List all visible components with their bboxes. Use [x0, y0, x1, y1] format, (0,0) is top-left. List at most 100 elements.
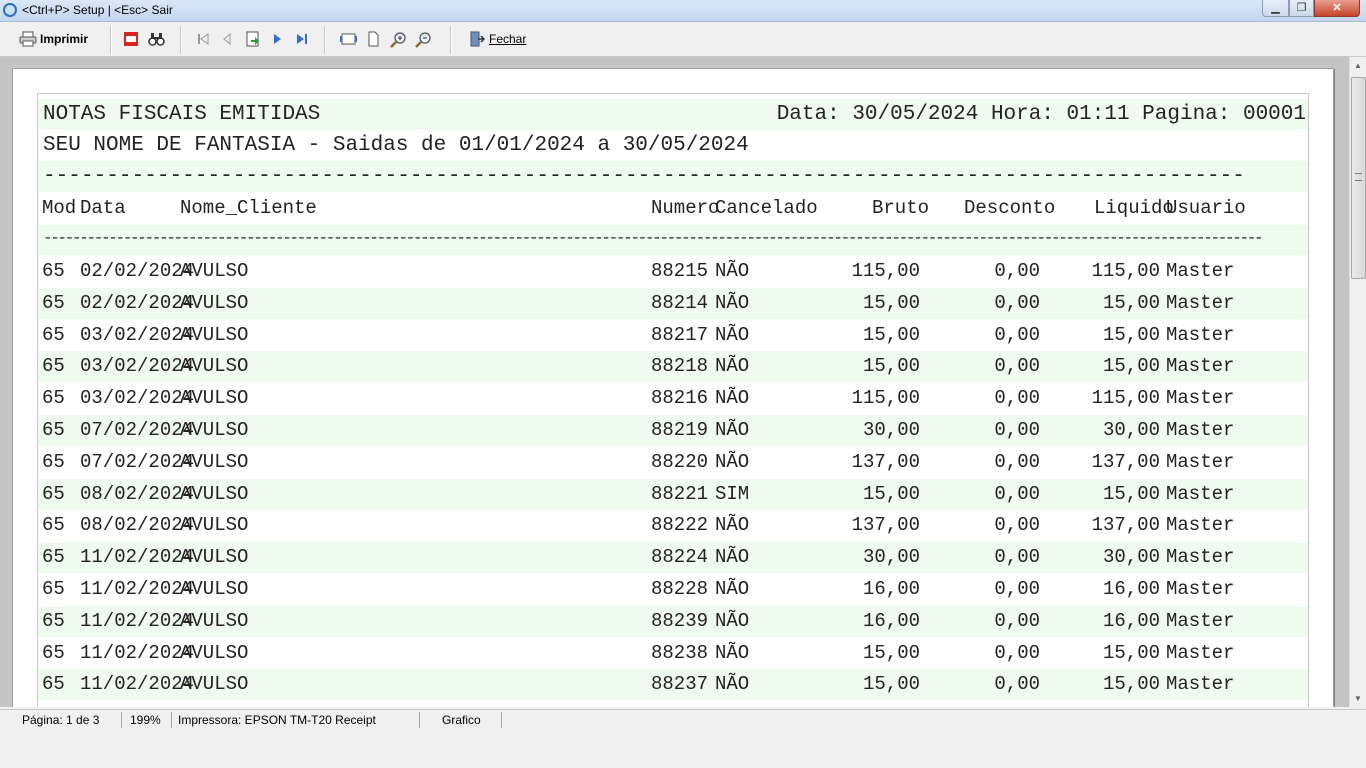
table-row: 65 03/02/2024 AVULSO 88217 NÃO 15,00 0,00 15,00…: [38, 320, 1308, 351]
cell-bruto: 30,00: [862, 419, 920, 441]
cell-bruto: 15,00: [862, 673, 920, 696]
zoom-out-icon: [415, 31, 431, 48]
close-preview-button[interactable]: Fechar: [469, 28, 526, 50]
cell-cancelado: NÃO: [715, 578, 750, 600]
cell-numero: 88220: [651, 450, 709, 473]
cell-desconto: 0,00: [994, 482, 1040, 505]
cell-mod: 65: [42, 546, 65, 569]
previous-icon: [223, 32, 231, 46]
cell-liquido: 15,00: [1102, 673, 1160, 696]
scroll-down-arrow[interactable]: ▼: [1350, 690, 1366, 707]
cell-bruto: 15,00: [862, 355, 920, 378]
cell-liquido: 115,00: [1091, 387, 1160, 410]
report-title-line: NOTAS FISCAIS EMITIDAS Data: 30/05/2024 …: [38, 99, 1308, 130]
find-button[interactable]: [148, 28, 165, 50]
close-label: Fechar: [489, 32, 527, 46]
cell-liquido: 137,00: [1091, 514, 1160, 537]
cell-cancelado: NÃO: [715, 514, 750, 537]
cell-usuario: Master: [1166, 387, 1235, 410]
app-icon: [3, 3, 17, 17]
table-row: 65 11/02/2024 AVULSO 88238 NÃO 15,00 0,00 15,00…: [38, 638, 1308, 669]
report-title: NOTAS FISCAIS EMITIDAS: [43, 103, 321, 126]
cell-usuario: Master: [1166, 450, 1235, 473]
cell-numero: 88224: [651, 546, 709, 569]
last-page-icon: [297, 34, 307, 44]
close-window-button[interactable]: ✕: [1314, 0, 1360, 17]
whole-page-button[interactable]: [367, 28, 380, 50]
cell-liquido: 30,00: [1102, 419, 1160, 441]
page-width-button[interactable]: [340, 28, 357, 50]
vertical-scrollbar[interactable]: ▲ ▼: [1349, 57, 1366, 707]
cell-cancelado: NÃO: [715, 323, 750, 346]
cell-cancelado: NÃO: [715, 355, 750, 378]
cell-cancelado: SIM: [715, 482, 750, 505]
separator-line: ----------------------------------------…: [38, 161, 1308, 192]
cell-desconto: 0,00: [994, 355, 1040, 378]
cell-liquido: 15,00: [1102, 323, 1160, 346]
zoom-out-button[interactable]: [415, 28, 432, 50]
cell-desconto: 0,00: [994, 546, 1040, 569]
col-mod: Mod: [42, 197, 77, 219]
zoom-in-button[interactable]: [390, 28, 407, 50]
cell-data: 11/02/2024: [80, 578, 195, 600]
cell-nome: AVULSO: [180, 260, 249, 282]
cell-cancelado: NÃO: [715, 419, 750, 441]
col-desconto: Desconto: [964, 197, 1056, 219]
cell-mod: 65: [42, 578, 65, 600]
column-header-row: Mod Data Nome_Cliente Numero Cancelado B…: [38, 193, 1308, 224]
goto-page-button[interactable]: [245, 28, 261, 50]
preview-viewport[interactable]: NOTAS FISCAIS EMITIDAS Data: 30/05/2024 …: [0, 57, 1349, 707]
pdf-export-button[interactable]: [123, 28, 139, 50]
maximize-button[interactable]: ❐: [1289, 0, 1314, 17]
scroll-thumb[interactable]: [1351, 77, 1366, 279]
table-row: 65 07/02/2024 AVULSO 88219 NÃO 30,00 0,00 30,00…: [38, 415, 1308, 446]
cell-mod: 65: [42, 450, 65, 473]
cell-nome: AVULSO: [180, 387, 249, 410]
cell-desconto: 0,00: [994, 260, 1040, 282]
cell-mod: 65: [42, 291, 65, 314]
scroll-up-arrow[interactable]: ▲: [1350, 57, 1366, 74]
cell-data: 11/02/2024: [80, 673, 195, 696]
table-row: 65 11/02/2024 AVULSO 88224 NÃO 30,00 0,00 30,00…: [38, 542, 1308, 574]
table-row: 65 03/02/2024 AVULSO 88216 NÃO 115,00 0,00 115,…: [38, 383, 1308, 414]
cell-usuario: Master: [1166, 323, 1235, 346]
cell-numero: 88228: [651, 578, 709, 600]
cell-numero: 88216: [651, 387, 709, 410]
previous-page-button[interactable]: [221, 28, 233, 50]
separator: ----------------------------------------…: [43, 165, 1245, 188]
cell-liquido: 15,00: [1102, 641, 1160, 664]
minimize-button[interactable]: ▁: [1262, 0, 1289, 17]
cell-usuario: Master: [1166, 260, 1235, 282]
table-row: 65 11/02/2024 AVULSO 88228 NÃO 16,00 0,00 16,00…: [38, 574, 1308, 605]
grip-icon: [1355, 173, 1362, 181]
cell-mod: 65: [42, 673, 65, 696]
cell-cancelado: NÃO: [715, 291, 750, 314]
cell-numero: 88217: [651, 323, 709, 346]
cell-nome: AVULSO: [180, 641, 249, 664]
cell-nome: AVULSO: [180, 450, 249, 473]
cell-numero: 88239: [651, 609, 709, 632]
report-date-info: Data: 30/05/2024 Hora: 01:11 Pagina: 000…: [776, 103, 1306, 126]
cell-bruto: 115,00: [851, 387, 920, 410]
table-row: 65 02/02/2024 AVULSO 88215 NÃO 115,00 0,00 115,…: [38, 256, 1308, 287]
col-liquido: Liquido: [1094, 197, 1174, 219]
cell-desconto: 0,00: [994, 387, 1040, 410]
cell-liquido: 16,00: [1102, 578, 1160, 600]
toolbar-separator: [180, 26, 182, 54]
next-page-button[interactable]: [271, 28, 283, 50]
cell-numero: 88218: [651, 355, 709, 378]
print-button[interactable]: Imprimir: [19, 28, 88, 50]
page-icon: [368, 31, 379, 47]
cell-mod: 65: [42, 419, 65, 441]
cell-numero: 88221: [651, 482, 709, 505]
last-page-button[interactable]: [295, 28, 309, 50]
cell-mod: 65: [42, 482, 65, 505]
first-page-button[interactable]: [196, 28, 210, 50]
cell-bruto: 137,00: [851, 450, 920, 473]
cell-nome: AVULSO: [180, 609, 249, 632]
goto-page-icon: [246, 31, 259, 47]
cell-desconto: 0,00: [994, 291, 1040, 314]
zoom-in-icon: [390, 31, 406, 48]
cell-cancelado: NÃO: [715, 673, 750, 696]
toolbar: Imprimir Fechar: [0, 22, 1366, 57]
